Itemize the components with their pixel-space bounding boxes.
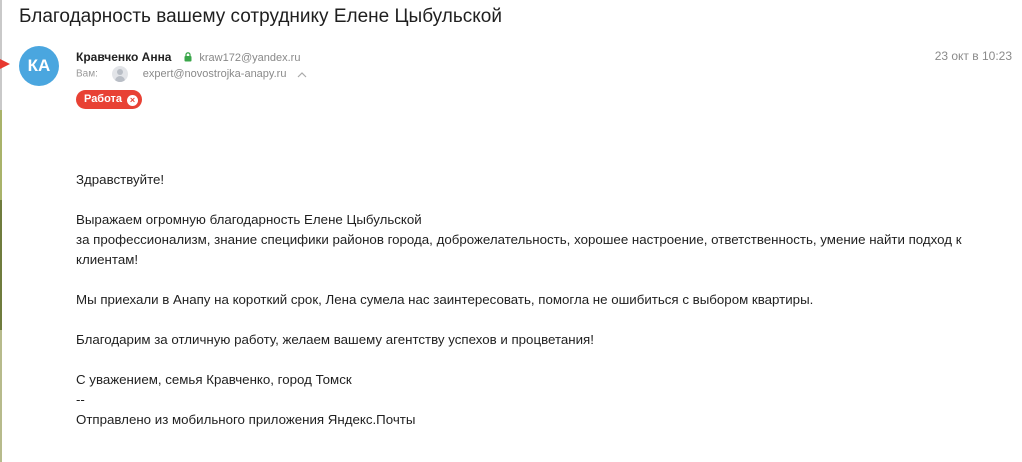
body-line-4: Мы приехали в Анапу на короткий срок, Ле… xyxy=(76,292,814,307)
flag-marker-icon[interactable] xyxy=(0,59,10,69)
email-body: Здравствуйте! Выражаем огромную благодар… xyxy=(76,170,1006,430)
body-line-1: Выражаем огромную благодарность Елене Цы… xyxy=(76,212,422,227)
body-greeting: Здравствуйте! xyxy=(76,172,165,187)
sender-avatar[interactable]: КА xyxy=(19,46,59,86)
chevron-up-icon[interactable] xyxy=(297,65,307,83)
remove-label-icon[interactable]: × xyxy=(127,95,139,106)
label-chip-text: Работа xyxy=(84,93,123,105)
body-line-2: за профессионализм, знание специфики рай… xyxy=(76,232,962,247)
to-label: Вам: xyxy=(76,68,98,80)
body-footer: Отправлено из мобильного приложения Янде… xyxy=(76,412,416,427)
body-signature: С уважением, семья Кравченко, город Томс… xyxy=(76,372,352,387)
email-subject: Благодарность вашему сотруднику Елене Цы… xyxy=(19,6,502,27)
body-line-3: клиентам! xyxy=(76,252,139,267)
email-date: 23 окт в 10:23 xyxy=(934,49,1012,63)
sender-name[interactable]: Кравченко Анна xyxy=(76,50,171,64)
body-line-5: Благодарим за отличную работу, желаем ва… xyxy=(76,332,594,347)
recipient-row: Вам: expert@novostrojka-anapy.ru xyxy=(76,65,307,83)
label-chip-work[interactable]: Работа × xyxy=(76,90,143,109)
recipient-avatar[interactable] xyxy=(112,66,129,82)
window-edge-strip xyxy=(0,0,2,462)
sender-email[interactable]: kraw172@yandex.ru xyxy=(199,52,300,64)
body-separator: -- xyxy=(76,392,85,407)
recipient-email[interactable]: expert@novostrojka-anapy.ru xyxy=(143,68,287,80)
